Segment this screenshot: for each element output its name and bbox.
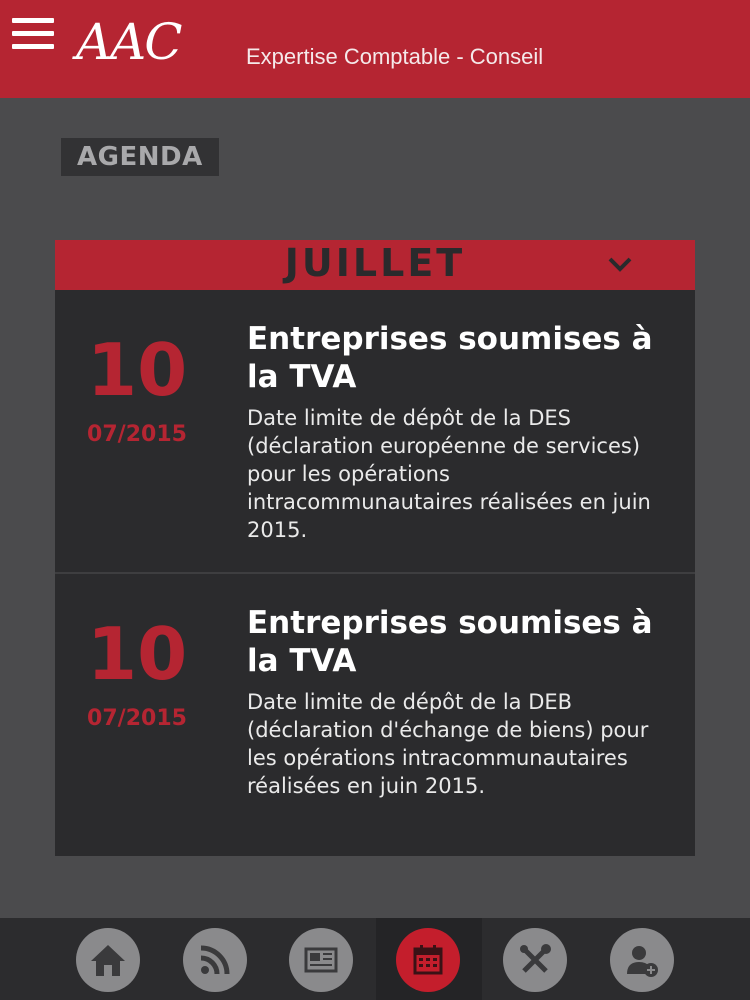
event-title: Entreprises soumises à la TVA (247, 321, 653, 395)
event-description: Date limite de dépôt de la DEB (déclarat… (247, 690, 649, 798)
nav-agenda[interactable] (396, 928, 460, 992)
event-date: 07/2015 (87, 422, 187, 447)
nav-account[interactable] (610, 928, 674, 992)
event-title: Entreprises soumises à la TVA (247, 605, 653, 679)
menu-icon[interactable] (12, 18, 54, 52)
nav-home[interactable] (76, 928, 140, 992)
month-label: JUILLET (284, 241, 466, 285)
event-list: 10 07/2015 Entreprises soumises à la TVA… (55, 290, 695, 856)
month-selector[interactable]: JUILLET (55, 240, 695, 290)
nav-news[interactable] (289, 928, 353, 992)
bottom-nav (0, 918, 750, 1000)
nav-tools[interactable] (503, 928, 567, 992)
chevron-down-icon (608, 257, 632, 272)
newspaper-icon (304, 947, 338, 973)
rss-icon (200, 945, 230, 975)
event-item[interactable]: 10 07/2015 Entreprises soumises à la TVA… (55, 290, 695, 574)
event-day: 10 (87, 612, 188, 696)
tagline: Expertise Comptable - Conseil (246, 44, 544, 69)
event-date: 07/2015 (87, 706, 187, 731)
event-item[interactable]: 10 07/2015 Entreprises soumises à la TVA… (55, 574, 695, 856)
page-title: AGENDA (61, 138, 219, 176)
event-description: Date limite de dépôt de la DES (déclarat… (247, 406, 651, 542)
logo: AAC (76, 13, 182, 71)
app-header: AAC Expertise Comptable - Conseil (0, 0, 750, 98)
home-icon (91, 945, 125, 976)
calendar-icon (413, 945, 443, 975)
user-add-icon (627, 946, 658, 977)
nav-feed[interactable] (183, 928, 247, 992)
tools-icon (520, 944, 551, 973)
event-day: 10 (87, 328, 188, 412)
